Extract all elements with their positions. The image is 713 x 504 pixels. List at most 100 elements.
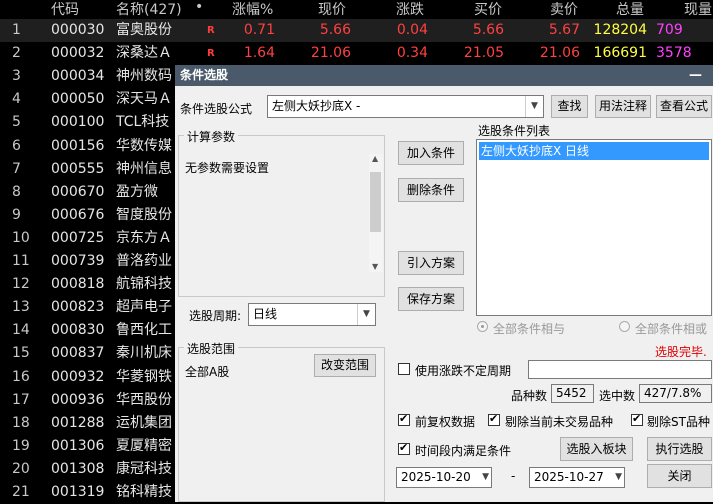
stock-name: 夏厦精密	[116, 437, 172, 454]
date-separator: -	[511, 469, 516, 483]
date-from-value: 2025-10-20	[401, 470, 471, 484]
condition-list-item[interactable]: 左侧大妖抄底X 日线	[479, 142, 709, 160]
stock-name: 华西股份	[116, 391, 172, 408]
scroll-down-icon[interactable]: ▼	[372, 262, 378, 271]
stock-code: 001288	[51, 414, 105, 431]
stock-code: 000676	[51, 206, 105, 223]
row-index: 18	[12, 414, 30, 431]
date-to-value: 2025-10-27	[534, 470, 604, 484]
minimize-icon[interactable]: —	[689, 65, 702, 86]
import-scheme-button[interactable]: 引入方案	[398, 251, 464, 275]
rz-flag: R	[207, 48, 215, 60]
find-button[interactable]: 查找	[551, 95, 588, 118]
row-index: 10	[12, 229, 30, 246]
stock-code: 000670	[51, 183, 105, 200]
ask-price: 5.67	[548, 22, 580, 38]
date-from-input[interactable]: 2025-10-20 ▼	[396, 467, 492, 488]
current-volume: 709	[656, 22, 683, 38]
period-select[interactable]: 日线 ▼	[248, 303, 376, 326]
table-row[interactable]: 1 000030 富奥股份 R 0.71 5.66 0.04 5.66 5.67 128204 70…	[0, 19, 713, 42]
stock-name: TCL科技	[116, 114, 170, 131]
range-input[interactable]	[528, 360, 712, 379]
stock-name: 盈方微	[116, 183, 158, 200]
scroll-thumb[interactable]	[370, 172, 381, 232]
condition-screening-dialog: 条件选股 — 条件选股公式 左侧大妖抄底X - ▼ 查找 用法注释 查看公式 计…	[175, 65, 713, 502]
stock-code: 000050	[51, 91, 105, 108]
volume: 128204	[593, 22, 647, 38]
row-index: 1	[12, 22, 21, 38]
close-button[interactable]: 关闭	[647, 464, 712, 488]
row-index: 9	[12, 206, 21, 223]
stock-code: 000555	[51, 160, 105, 177]
to-block-button[interactable]: 选股入板块	[560, 437, 633, 461]
time-range-checkbox[interactable]	[398, 441, 410, 455]
usage-button[interactable]: 用法注释	[595, 95, 651, 118]
stock-name: 秦川机床	[116, 345, 172, 362]
stock-name: 鲁西化工	[116, 322, 172, 339]
view-formula-button[interactable]: 查看公式	[656, 95, 712, 118]
dialog-titlebar[interactable]: 条件选股 —	[175, 65, 713, 86]
stock-name: 航锦科技	[116, 276, 172, 293]
use-range-checkbox[interactable]	[398, 363, 410, 375]
chevron-down-icon[interactable]: ▼	[525, 96, 543, 117]
header-chg[interactable]: 涨跌	[396, 0, 424, 19]
stock-code: 001308	[51, 460, 105, 477]
row-index: 7	[12, 160, 21, 177]
period-value: 日线	[253, 307, 278, 321]
save-scheme-button[interactable]: 保存方案	[398, 287, 464, 311]
period-label: 选股周期:	[189, 309, 242, 323]
header-pct[interactable]: 涨幅%	[232, 0, 273, 19]
price: 5.66	[319, 22, 351, 38]
formula-select[interactable]: 左侧大妖抄底X - ▼	[267, 95, 544, 118]
stock-name: 神州数码	[116, 68, 172, 85]
chevron-down-icon[interactable]: ▼	[357, 304, 375, 325]
stock-code: 001319	[51, 484, 105, 500]
stock-code: 000837	[51, 345, 105, 362]
header-code[interactable]: 代码	[51, 0, 79, 19]
pre-adjust-checkbox[interactable]	[398, 412, 410, 426]
exclude-untraded-checkbox[interactable]	[488, 412, 500, 426]
row-index: 19	[12, 437, 30, 454]
stock-code: 000932	[51, 368, 105, 385]
stock-name: 超声电子	[116, 299, 172, 316]
row-index: 8	[12, 183, 21, 200]
formula-value: 左侧大妖抄底X -	[272, 99, 361, 113]
radio-or-label: 全部条件相或	[635, 322, 708, 336]
header-name[interactable]: 名称(427)	[116, 0, 182, 19]
scroll-up-icon[interactable]: ▲	[372, 154, 378, 163]
stock-code: 000739	[51, 253, 105, 269]
row-index: 6	[12, 137, 21, 154]
header-price[interactable]: 现价	[318, 0, 346, 19]
change-scope-button[interactable]: 改变范围	[314, 354, 376, 377]
current-volume: 3578	[656, 45, 692, 62]
add-condition-button[interactable]: 加入条件	[398, 141, 464, 165]
exclude-st-checkbox[interactable]	[631, 412, 643, 426]
scope-title: 选股范围	[184, 340, 239, 357]
date-to-input[interactable]: 2025-10-27 ▼	[529, 467, 625, 488]
chevron-down-icon[interactable]: ▼	[482, 468, 489, 487]
condition-list[interactable]: 左侧大妖抄底X 日线	[476, 139, 712, 316]
header-buy[interactable]: 买价	[474, 0, 502, 19]
rz-flag: R	[207, 25, 215, 36]
radio-and-label: 全部条件相与	[493, 322, 566, 336]
bid-price: 5.66	[472, 22, 504, 38]
stock-name: 富奥股份	[116, 22, 172, 38]
time-range-label: 时间段内满足条件	[415, 444, 512, 458]
condition-list-title: 选股条件列表	[478, 124, 551, 138]
header-vol[interactable]: 总量	[616, 0, 644, 19]
params-scrollbar[interactable]: ▲ ▼	[369, 154, 383, 272]
volume: 166691	[593, 45, 647, 62]
delete-condition-button[interactable]: 删除条件	[398, 178, 464, 202]
stock-name: 康冠科技	[116, 460, 172, 477]
stock-name: 神州信息	[116, 160, 172, 177]
header-cur[interactable]: 现量	[684, 0, 712, 19]
radio-or[interactable]	[619, 321, 630, 332]
calc-params-group: 计算参数 无参数需要设置 ▲ ▼ 选股周期:	[178, 128, 385, 323]
chevron-down-icon[interactable]: ▼	[615, 468, 622, 487]
radio-and[interactable]	[477, 321, 488, 332]
stock-code: 000034	[51, 68, 105, 85]
header-sell[interactable]: 卖价	[550, 0, 578, 19]
stock-code: 000156	[51, 137, 105, 154]
run-screening-button[interactable]: 执行选股	[647, 437, 712, 461]
table-row[interactable]: 2 000032 深桑达Ａ R 1.64 21.06 0.34 21.05 21.06 16669…	[0, 42, 713, 65]
